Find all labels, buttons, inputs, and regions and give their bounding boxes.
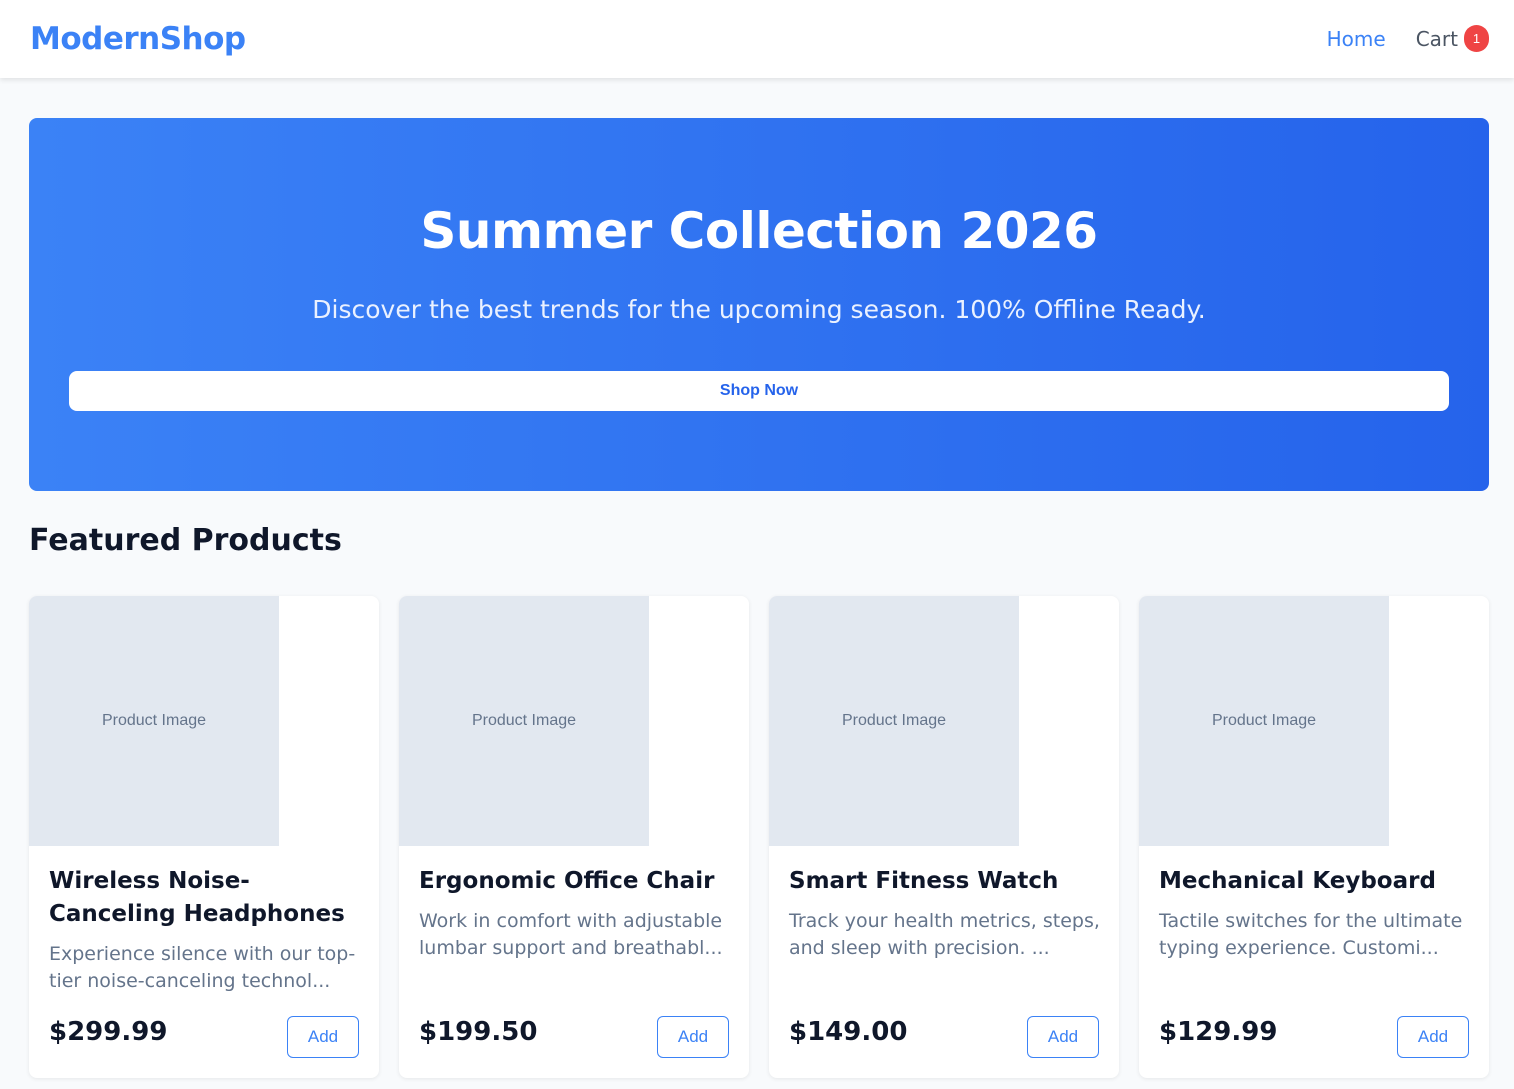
product-name: Ergonomic Office Chair [419, 868, 715, 894]
hero-banner: Summer Collection 2026 Discover the best… [29, 118, 1489, 491]
product-price: $129.99 [1159, 1017, 1278, 1047]
product-card: Product Image Ergonomic Office Chair Wor… [399, 596, 749, 1078]
hero-title: Summer Collection 2026 [420, 202, 1098, 260]
product-description: Track your health metrics, steps, and sl… [789, 910, 1100, 959]
featured-products-title: Featured Products [29, 523, 342, 558]
product-card: Product Image Wireless Noise-Canceling H… [29, 596, 379, 1078]
nav-cart-link[interactable]: Cart 1 [1415, 24, 1489, 52]
product-image-placeholder: Product Image [399, 596, 649, 846]
product-price: $199.50 [419, 1017, 538, 1047]
product-name: Smart Fitness Watch [789, 868, 1059, 894]
hero-subtitle: Discover the best trends for the upcomin… [312, 295, 1206, 324]
add-to-cart-button[interactable]: Add [657, 1016, 729, 1058]
product-image-placeholder: Product Image [1139, 596, 1389, 846]
add-to-cart-button[interactable]: Add [1397, 1016, 1469, 1058]
cart-count-badge: 1 [1464, 24, 1489, 52]
nav-home-link[interactable]: Home [1327, 27, 1386, 51]
navbar: ModernShop Home Cart 1 [0, 0, 1514, 78]
product-image-placeholder: Product Image [29, 596, 279, 846]
product-card: Product Image Mechanical Keyboard Tactil… [1139, 596, 1489, 1078]
product-image-placeholder: Product Image [769, 596, 1019, 846]
add-to-cart-button[interactable]: Add [1027, 1016, 1099, 1058]
nav-cart-label: Cart [1415, 27, 1458, 51]
product-description: Work in comfort with adjustable lumbar s… [419, 910, 723, 959]
product-price: $299.99 [49, 1017, 168, 1047]
product-name: Mechanical Keyboard [1159, 868, 1436, 894]
product-name: Wireless Noise-Canceling Headphones [49, 868, 345, 927]
product-card: Product Image Smart Fitness Watch Track … [769, 596, 1119, 1078]
add-to-cart-button[interactable]: Add [287, 1016, 359, 1058]
product-description: Experience silence with our top-tier noi… [49, 943, 356, 992]
shop-now-button[interactable]: Shop Now [69, 371, 1449, 411]
brand-logo[interactable]: ModernShop [30, 21, 246, 57]
product-price: $149.00 [789, 1017, 908, 1047]
nav-links: Home Cart 1 [1327, 24, 1489, 52]
product-description: Tactile switches for the ultimate typing… [1159, 910, 1463, 959]
